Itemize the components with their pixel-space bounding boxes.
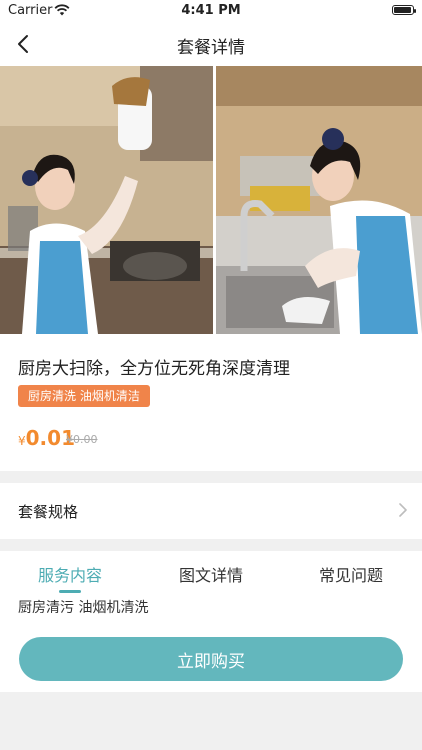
product-info: 厨房大扫除，全方位无死角深度清理 厨房清洗 油烟机清洁 ¥0.01 ¥0.00 [0, 334, 422, 471]
page-title: 套餐详情 [177, 38, 245, 58]
service-content-text: 厨房清污 油烟机清洗 [18, 600, 149, 616]
service-tags: 厨房清洗 油烟机清洁 [18, 385, 150, 407]
battery-icon [392, 5, 416, 15]
detail-tabs: 服务内容 图文详情 常见问题 厨房清污 油烟机清洗 立即购买 [0, 551, 422, 692]
spec-label: 套餐规格 [18, 503, 79, 521]
cleaning-photo [0, 66, 422, 334]
tab-graphic-details[interactable]: 图文详情 [179, 562, 243, 586]
spec-row[interactable]: 套餐规格 [0, 483, 422, 539]
active-tab-indicator [59, 590, 81, 593]
price-currency: ¥ [18, 434, 26, 448]
tab-faq[interactable]: 常见问题 [319, 562, 383, 586]
nav-bar: 套餐详情 [0, 22, 422, 66]
hero-image[interactable] [0, 66, 422, 334]
status-bar: Carrier 4:41 PM [0, 0, 422, 22]
battery-level [394, 7, 411, 13]
original-price: ¥0.00 [66, 433, 98, 446]
buy-now-button[interactable]: 立即购买 [19, 637, 403, 681]
status-time: 4:41 PM [181, 3, 241, 18]
product-title: 厨房大扫除，全方位无死角深度清理 [18, 359, 290, 379]
chevron-right-icon [399, 503, 407, 517]
tab-service-content[interactable]: 服务内容 [38, 562, 102, 586]
